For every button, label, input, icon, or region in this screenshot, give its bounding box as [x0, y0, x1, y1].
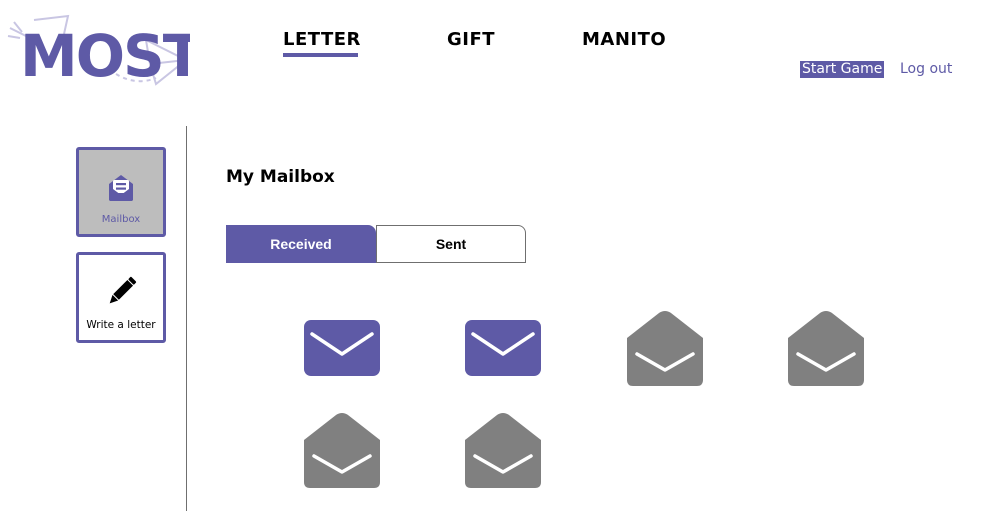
letter-item[interactable]	[788, 310, 864, 386]
sidebar-item-write-letter[interactable]: Write a letter	[76, 252, 166, 343]
sidebar-item-mailbox[interactable]: Mailbox	[76, 147, 166, 237]
letter-item[interactable]	[465, 310, 541, 386]
nav-item-gift[interactable]: GIFT	[447, 29, 495, 50]
mailbox-icon	[109, 175, 133, 201]
logout-link[interactable]: Log out	[900, 61, 952, 78]
nav-item-letter[interactable]: LETTER	[283, 29, 360, 57]
letter-item[interactable]	[304, 412, 380, 488]
sidebar-divider	[186, 126, 187, 511]
logo-text: MOST	[20, 22, 190, 88]
sidebar-item-label: Mailbox	[101, 214, 141, 225]
nav-item-manito[interactable]: MANITO	[582, 29, 666, 50]
pencil-icon	[109, 276, 137, 304]
closed-envelope-icon	[465, 320, 541, 376]
page-title: My Mailbox	[226, 167, 335, 187]
open-envelope-icon	[465, 413, 541, 488]
logo-graphic: MOST	[7, 14, 205, 90]
letter-item[interactable]	[304, 310, 380, 386]
sidebar-item-label: Write a letter	[86, 319, 156, 331]
open-envelope-icon	[627, 311, 703, 386]
open-envelope-icon	[788, 311, 864, 386]
tab-received[interactable]: Received	[226, 225, 376, 263]
letter-item[interactable]	[627, 310, 703, 386]
tab-sent[interactable]: Sent	[376, 225, 526, 263]
letter-item[interactable]	[465, 412, 541, 488]
open-envelope-icon	[304, 413, 380, 488]
app-logo[interactable]: MOST	[6, 14, 205, 90]
start-game-button[interactable]: Start Game	[800, 61, 885, 78]
closed-envelope-icon	[304, 320, 380, 376]
mailbox-tabs: Received Sent	[226, 225, 526, 263]
